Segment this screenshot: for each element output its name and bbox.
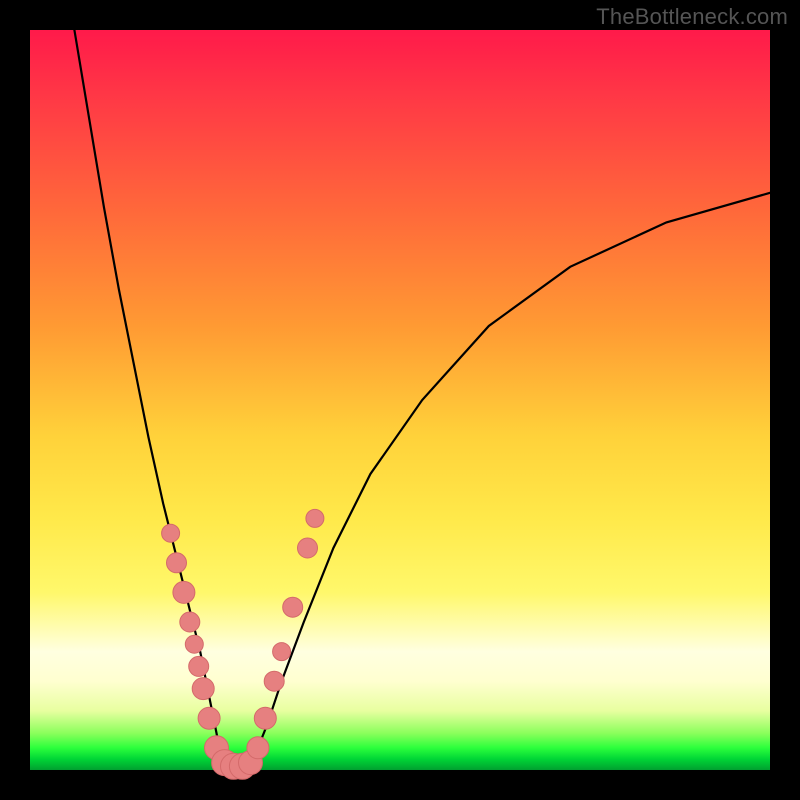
marker-group	[162, 509, 324, 779]
data-marker	[198, 707, 220, 729]
curve-layer	[30, 30, 770, 770]
chart-frame: TheBottleneck.com	[0, 0, 800, 800]
data-marker	[273, 643, 291, 661]
data-marker	[185, 635, 203, 653]
v-curve	[74, 30, 770, 769]
data-marker	[180, 612, 200, 632]
watermark-text: TheBottleneck.com	[596, 4, 788, 30]
data-marker	[167, 553, 187, 573]
data-marker	[283, 597, 303, 617]
data-marker	[192, 678, 214, 700]
data-marker	[306, 509, 324, 527]
data-marker	[162, 524, 180, 542]
plot-area	[30, 30, 770, 770]
data-marker	[264, 671, 284, 691]
data-marker	[173, 581, 195, 603]
data-marker	[254, 707, 276, 729]
data-marker	[189, 656, 209, 676]
data-marker	[298, 538, 318, 558]
data-marker	[247, 737, 269, 759]
